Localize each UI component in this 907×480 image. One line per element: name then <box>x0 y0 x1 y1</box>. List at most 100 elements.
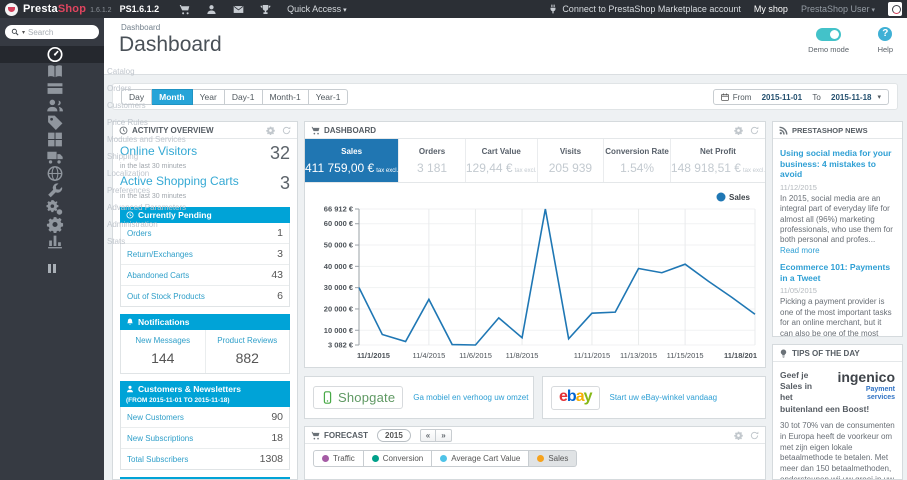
stat-row-value: 1 <box>277 227 283 239</box>
stat-row-link[interactable]: Out of Stock Products <box>127 292 205 301</box>
range-button[interactable]: Day-1 <box>224 89 263 105</box>
range-button[interactable]: Month-1 <box>262 89 309 105</box>
demo-mode-toggle[interactable] <box>816 28 842 41</box>
sidebar-item[interactable]: Modules and Services <box>0 131 186 148</box>
ebay-banner[interactable]: ebay Start uw eBay-winkel vandaag <box>542 376 766 419</box>
sidebar: ▾ Dashboard Catalog Orders Customers Pri… <box>0 18 186 480</box>
marketplace-link[interactable]: Connect to PrestaShop Marketplace accoun… <box>548 4 741 14</box>
tip-body: 30 tot 70% van de consumenten in Europa … <box>780 420 895 480</box>
topbar-menu-icon[interactable] <box>206 4 217 15</box>
kpi-tile[interactable]: Orders 3 181 <box>399 139 466 182</box>
sidebar-item[interactable]: Shipping <box>0 148 138 165</box>
shopgate-logo[interactable]: Shopgate <box>313 386 404 409</box>
panel-settings-button[interactable] <box>734 126 743 135</box>
sidebar-collapse-button[interactable] <box>46 260 58 278</box>
shopgate-banner[interactable]: Shopgate Ga mobiel en verhoog uw omzet <box>304 376 534 419</box>
demo-mode-label: Demo mode <box>808 45 849 54</box>
avatar[interactable] <box>888 2 902 16</box>
stat-row-link[interactable]: Abandoned Carts <box>127 271 189 280</box>
sidebar-item[interactable]: Price Rules <box>0 114 148 131</box>
panel-refresh-button[interactable] <box>750 126 759 135</box>
kpi-tile[interactable]: Cart Value 129,44 € tax excl. <box>466 139 538 182</box>
stat-row-link[interactable]: Return/Exchanges <box>127 250 193 259</box>
kpi-tile[interactable]: Visits 205 939 <box>538 139 605 182</box>
cart-icon <box>311 431 320 440</box>
quick-access-menu[interactable]: Quick Access ▾ <box>287 4 347 14</box>
forecast-legend-button[interactable]: Traffic <box>313 450 364 467</box>
sidebar-item-label: Advanced Parameters <box>107 203 187 212</box>
ebay-link[interactable]: Start uw eBay-winkel vandaag <box>610 393 718 402</box>
svg-text:60 000 €: 60 000 € <box>324 219 354 228</box>
sidebar-item[interactable]: Administration <box>0 216 158 233</box>
sidebar-item-icon <box>9 233 101 250</box>
forecast-next-button[interactable]: » <box>436 428 452 442</box>
news-article-title[interactable]: Using social media for your business: 4 … <box>780 148 895 180</box>
help-label: Help <box>877 45 893 54</box>
forecast-legend-button[interactable]: Average Cart Value <box>432 450 530 467</box>
date-range-button[interactable]: From 2015-11-01 To 2015-11-18 ▾ <box>712 89 889 105</box>
prestashop-logo-icon[interactable] <box>5 2 18 16</box>
help-button[interactable]: ? Help <box>878 27 893 54</box>
sidebar-item[interactable]: Orders <box>0 80 131 97</box>
panel-refresh-button[interactable] <box>282 126 291 135</box>
kpi-tile[interactable]: Conversion Rate 1.54% <box>604 139 671 182</box>
search-input[interactable] <box>28 27 84 37</box>
forecast-legend-button[interactable]: Conversion <box>363 450 433 467</box>
chevron-down-icon[interactable]: ▾ <box>22 29 25 36</box>
stat-row: New Customers 90 <box>121 407 289 428</box>
sidebar-item[interactable]: Stats <box>0 233 125 250</box>
stat-row-link[interactable]: Orders <box>127 229 151 238</box>
panel-settings-button[interactable] <box>734 431 743 440</box>
kpi-value: 3 181 <box>417 160 448 175</box>
stat-row-link[interactable]: New Subscriptions <box>127 434 193 443</box>
forecast-prev-button[interactable]: « <box>419 428 437 442</box>
sidebar-item-icon <box>9 80 101 97</box>
notification-column[interactable]: New Messages 144 <box>121 330 205 373</box>
brand[interactable]: PrestaShop <box>23 3 86 15</box>
stat-row-link[interactable]: New Customers <box>127 413 184 422</box>
shop-name[interactable]: PS1.6.1.2 <box>120 4 160 14</box>
version-label: 1.6.1.2 <box>90 6 112 14</box>
forecast-legend-button[interactable]: Sales <box>529 450 578 467</box>
topbar-menu-icon[interactable] <box>260 4 271 15</box>
kpi-tile[interactable]: Sales 411 759,00 € tax excl. <box>305 139 400 182</box>
stat-row-value: 1308 <box>259 453 283 465</box>
topbar-menu-icon[interactable] <box>233 4 244 15</box>
news-article-date: 11/05/2015 <box>780 286 817 296</box>
stat-row-value: 6 <box>277 290 283 302</box>
panel-settings-button[interactable] <box>266 126 275 135</box>
pending-list: Orders 1 Return/Exchanges 3 Abandoned Ca… <box>120 223 290 307</box>
sidebar-item[interactable]: Preferences <box>0 182 150 199</box>
topbar-menu-icon[interactable] <box>179 4 190 15</box>
kpi-tile[interactable]: Net Profit 148 918,51 € tax excl. <box>671 139 765 182</box>
notification-column[interactable]: Product Reviews 882 <box>204 330 290 373</box>
forecast-year-badge: 2015 <box>377 428 411 442</box>
sidebar-item[interactable]: Advanced Parameters <box>0 199 186 216</box>
sidebar-item-label: Price Rules <box>107 118 148 127</box>
svg-text:10 000 €: 10 000 € <box>324 326 354 335</box>
sidebar-item[interactable]: Dashboard <box>0 46 149 63</box>
range-button[interactable]: Year <box>192 89 225 105</box>
topbar: PrestaShop 1.6.1.2 PS1.6.1.2 Quick Acces… <box>0 0 907 18</box>
stat-row-link[interactable]: Total Subscribers <box>127 455 188 464</box>
legend-label: Traffic <box>333 454 355 463</box>
sidebar-item-label: Localization <box>107 169 150 178</box>
my-shop-link[interactable]: My shop <box>754 4 788 14</box>
ebay-logo[interactable]: ebay <box>551 385 600 410</box>
sidebar-item-icon <box>9 148 101 165</box>
shopgate-link[interactable]: Ga mobiel en verhoog uw omzet <box>413 393 528 402</box>
sidebar-item[interactable]: Customers <box>0 97 146 114</box>
tips-of-the-day-panel: TIPS OF THE DAY ingenico Payment service… <box>772 344 903 480</box>
sidebar-item[interactable]: Catalog <box>0 63 135 80</box>
read-more-link[interactable]: Read more <box>780 246 820 255</box>
range-button[interactable]: Month <box>152 89 193 105</box>
panel-refresh-button[interactable] <box>750 431 759 440</box>
sidebar-search[interactable]: ▾ <box>5 25 99 39</box>
breadcrumb[interactable]: Dashboard <box>121 23 160 32</box>
sidebar-item[interactable]: Localization <box>0 165 149 182</box>
sidebar-item-label: Administration <box>107 220 158 229</box>
user-menu[interactable]: PrestaShop User ▾ <box>801 4 875 14</box>
range-button[interactable]: Year-1 <box>308 89 349 105</box>
news-article-title[interactable]: Ecommerce 101: Payments in a Tweet <box>780 262 895 283</box>
chevron-down-icon: ▾ <box>877 94 881 101</box>
